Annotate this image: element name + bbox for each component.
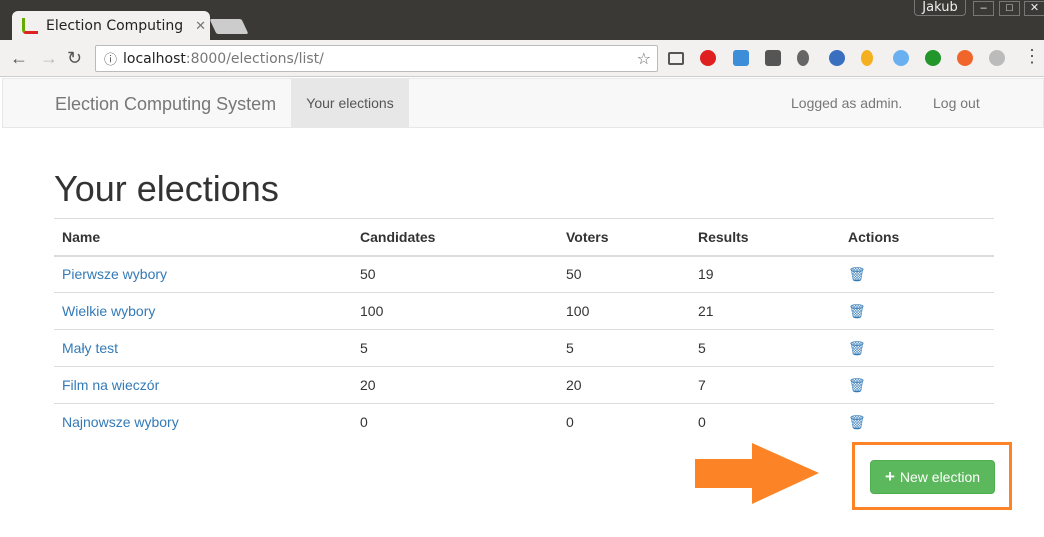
window-titlebar: Election Computing ✕ Jakub – □ ✕ xyxy=(0,0,1044,40)
profile-button[interactable]: Jakub xyxy=(914,0,966,16)
address-bar[interactable]: ⓘ localhost:8000/elections/list/ ☆ xyxy=(95,45,658,72)
header-name: Name xyxy=(54,218,352,257)
favicon-icon xyxy=(22,18,38,34)
new-election-label: New election xyxy=(899,469,981,485)
command-icon[interactable] xyxy=(893,50,909,66)
nav-your-elections[interactable]: Your elections xyxy=(291,79,409,128)
messenger-icon[interactable] xyxy=(989,50,1005,66)
url-path: :8000/elections/list/ xyxy=(185,50,324,67)
bulb-icon[interactable] xyxy=(861,50,873,66)
page-title: Your elections xyxy=(54,168,279,209)
cell-voters: 100 xyxy=(558,292,690,330)
cell-results: 5 xyxy=(690,329,840,367)
cell-actions: 🗑 xyxy=(840,329,994,367)
navbar: Election Computing System Your elections… xyxy=(2,78,1044,128)
election-link[interactable]: Wielkie wybory xyxy=(62,303,155,319)
minimize-icon[interactable]: – xyxy=(973,1,994,16)
election-link[interactable]: Film na wieczór xyxy=(62,377,159,393)
election-link[interactable]: Mały test xyxy=(62,340,118,356)
reload-icon[interactable]: ↻ xyxy=(67,48,82,69)
cell-candidates: 20 xyxy=(352,366,558,404)
cell-name: Film na wieczór xyxy=(54,366,352,404)
header-actions: Actions xyxy=(840,218,994,257)
close-window-icon[interactable]: ✕ xyxy=(1024,1,1044,16)
url-host: localhost xyxy=(123,50,186,67)
menu-icon[interactable]: ⋮ xyxy=(1023,46,1041,67)
trash-icon[interactable]: 🗑 xyxy=(848,266,866,282)
new-election-button[interactable]: + New election xyxy=(870,460,995,494)
trash-icon[interactable]: 🗑 xyxy=(848,303,866,319)
cell-results: 7 xyxy=(690,366,840,404)
brand[interactable]: Election Computing System xyxy=(55,94,276,115)
browser-toolbar: ← → ↻ ⓘ localhost:8000/elections/list/ ☆… xyxy=(0,40,1044,77)
header-candidates: Candidates xyxy=(352,218,558,257)
maximize-icon[interactable]: □ xyxy=(999,1,1020,16)
lifebuoy-icon[interactable] xyxy=(957,50,973,66)
plus-icon: + xyxy=(884,467,895,486)
extension-icon[interactable] xyxy=(733,50,749,66)
new-tab-button[interactable] xyxy=(209,19,249,34)
trash-icon[interactable]: 🗑 xyxy=(848,414,866,430)
close-tab-icon[interactable]: ✕ xyxy=(195,19,206,34)
browser-tab-content[interactable]: Election Computing ✕ xyxy=(22,12,210,40)
trash-icon[interactable]: 🗑 xyxy=(848,377,866,393)
cell-name: Mały test xyxy=(54,329,352,367)
election-link[interactable]: Pierwsze wybory xyxy=(62,266,167,282)
table-row: Pierwsze wybory 50 50 19 🗑 xyxy=(54,255,994,293)
back-icon[interactable]: ← xyxy=(10,48,28,69)
bulb-dark-icon[interactable] xyxy=(797,50,809,66)
table-row: Wielkie wybory 100 100 21 🗑 xyxy=(54,292,994,330)
cell-results: 0 xyxy=(690,403,840,441)
table-row: Najnowsze wybory 0 0 0 🗑 xyxy=(54,403,994,441)
cell-name: Pierwsze wybory xyxy=(54,255,352,293)
election-link[interactable]: Najnowsze wybory xyxy=(62,414,179,430)
cell-results: 21 xyxy=(690,292,840,330)
forward-icon[interactable]: → xyxy=(40,48,58,69)
logout-link[interactable]: Log out xyxy=(933,95,980,111)
arrow-annotation xyxy=(695,443,819,504)
info-icon[interactable]: ⓘ xyxy=(104,49,117,68)
cell-name: Wielkie wybory xyxy=(54,292,352,330)
pocket-icon[interactable] xyxy=(765,50,781,66)
adblock-icon[interactable] xyxy=(700,50,716,66)
cell-candidates: 0 xyxy=(352,403,558,441)
globe-icon[interactable] xyxy=(829,50,845,66)
trash-icon[interactable]: 🗑 xyxy=(848,340,866,356)
header-voters: Voters xyxy=(558,218,690,257)
pushbullet-icon[interactable] xyxy=(925,50,941,66)
cell-actions: 🗑 xyxy=(840,403,994,441)
cell-voters: 20 xyxy=(558,366,690,404)
cell-actions: 🗑 xyxy=(840,255,994,293)
cast-icon[interactable] xyxy=(668,52,684,65)
cell-candidates: 5 xyxy=(352,329,558,367)
table-row: Film na wieczór 20 20 7 🗑 xyxy=(54,366,994,404)
table-row: Mały test 5 5 5 🗑 xyxy=(54,329,994,367)
cell-candidates: 50 xyxy=(352,255,558,293)
cell-results: 19 xyxy=(690,255,840,293)
tab-title: Election Computing xyxy=(46,18,184,34)
cell-voters: 50 xyxy=(558,255,690,293)
cell-actions: 🗑 xyxy=(840,366,994,404)
elections-table: Name Candidates Voters Results Actions P… xyxy=(54,218,994,441)
cell-name: Najnowsze wybory xyxy=(54,403,352,441)
cell-voters: 0 xyxy=(558,403,690,441)
cell-candidates: 100 xyxy=(352,292,558,330)
header-results: Results xyxy=(690,218,840,257)
cell-actions: 🗑 xyxy=(840,292,994,330)
logged-as-text: Logged as admin. xyxy=(791,95,903,111)
cell-voters: 5 xyxy=(558,329,690,367)
bookmark-star-icon[interactable]: ☆ xyxy=(637,49,651,68)
